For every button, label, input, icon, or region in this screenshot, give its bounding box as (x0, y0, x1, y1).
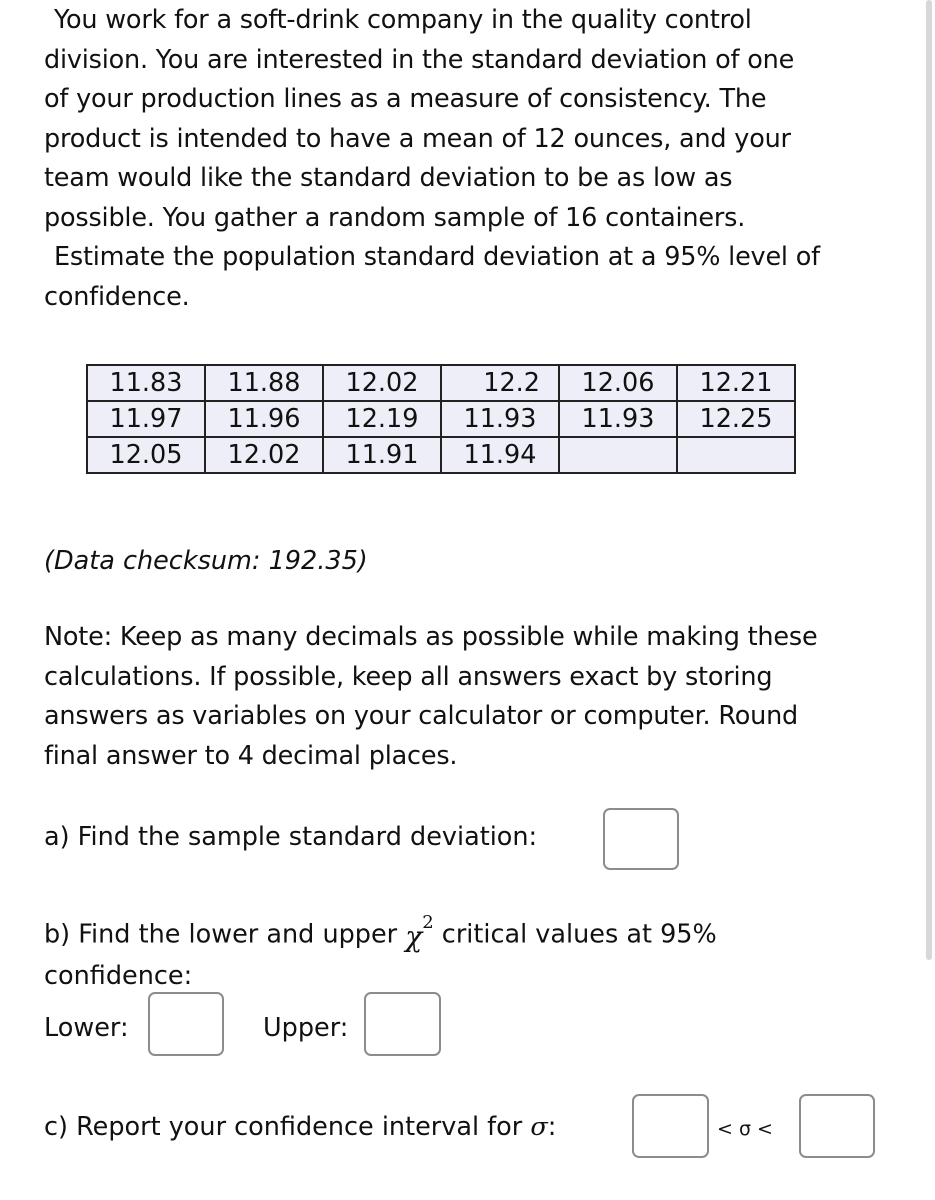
table-cell: 12.02 (204, 436, 324, 474)
table-cell: 12.19 (322, 400, 442, 438)
sample-std-dev-input[interactable] (603, 808, 679, 870)
intro-line: division. You are interested in the stan… (44, 44, 795, 75)
note-line: answers as variables on your calculator … (44, 701, 799, 731)
intro-line: You work for a soft-drink company in the… (54, 5, 752, 35)
table-cell: 12.02 (322, 364, 442, 402)
table-cell: 11.88 (204, 364, 324, 402)
table-cell: 11.91 (322, 436, 442, 474)
lower-critical-value-input[interactable] (148, 992, 224, 1056)
upper-critical-label: Upper: (263, 1013, 349, 1043)
chi-squared-symbol: χ2 (405, 912, 433, 954)
note-line: final answer to 4 decimal places. (44, 740, 458, 771)
intro-line: Estimate the population standard deviati… (54, 242, 820, 272)
table-cell: 11.93 (558, 400, 678, 438)
table-cell: 11.97 (86, 400, 206, 438)
upper-critical-value-input[interactable] (364, 992, 441, 1056)
lower-critical-label: Lower: (44, 1013, 129, 1043)
intro-line: team would like the standard deviation t… (44, 163, 733, 193)
table-cell: 11.94 (440, 436, 560, 474)
table-row: 12.05 12.02 11.91 11.94 (86, 436, 796, 474)
vertical-scrollbar[interactable] (926, 0, 932, 960)
sigma-inequality: < σ < (717, 1118, 773, 1140)
question-b-text-after: critical values at 95% (441, 919, 717, 950)
intro-line: product is intended to have a mean of 12… (44, 123, 791, 154)
chi-symbol: χ (405, 920, 423, 954)
intro-line: of your production lines as a measure of… (44, 84, 767, 114)
note-line: calculations. If possible, keep all answ… (44, 661, 773, 692)
table-row: 11.83 11.88 12.02 12.2 12.06 12.21 (86, 364, 796, 402)
calculation-note: Note: Keep as many decimals as possible … (44, 618, 818, 776)
question-b-text-line2: confidence: (44, 961, 193, 992)
question-a-label: a) Find the sample standard deviation: (44, 822, 538, 852)
question-b-label: b) Find the lower and upper χ2 critical … (44, 906, 717, 997)
table-row: 11.97 11.96 12.19 11.93 11.93 12.25 (86, 400, 796, 438)
table-cell: 12.2 (440, 364, 560, 402)
question-b-text-before: b) Find the lower and upper (44, 919, 398, 950)
table-cell: 12.25 (676, 400, 796, 438)
sample-data-table: 11.83 11.88 12.02 12.2 12.06 12.21 11.97… (86, 364, 796, 474)
table-cell-empty (558, 436, 678, 474)
table-cell: 12.05 (86, 436, 206, 474)
data-checksum: (Data checksum: 192.35) (44, 546, 368, 576)
intro-line: possible. You gather a random sample of … (44, 202, 746, 233)
intro-line: confidence. (44, 281, 190, 312)
ci-upper-bound-input[interactable] (799, 1094, 875, 1158)
table-cell: 11.96 (204, 400, 324, 438)
problem-intro: You work for a soft-drink company in the… (44, 1, 820, 317)
chi-exponent: 2 (422, 912, 434, 933)
table-cell: 12.06 (558, 364, 678, 402)
table-cell: 12.21 (676, 364, 796, 402)
table-cell-empty (676, 436, 796, 474)
note-line: Note: Keep as many decimals as possible … (44, 622, 818, 652)
sigma-symbol: σ (530, 1112, 548, 1142)
question-c-text: c) Report your confidence interval for (44, 1112, 523, 1142)
table-cell: 11.93 (440, 400, 560, 438)
question-c-label: c) Report your confidence interval for σ… (44, 1112, 556, 1142)
question-c-colon: : (547, 1112, 557, 1142)
ci-lower-bound-input[interactable] (632, 1094, 709, 1158)
table-cell: 11.83 (86, 364, 206, 402)
